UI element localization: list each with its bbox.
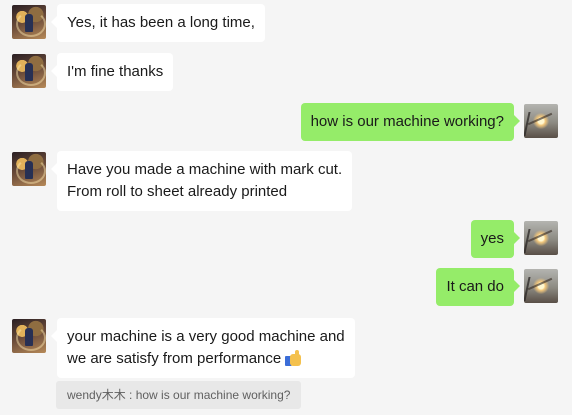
message-bubble-outgoing[interactable]: yes — [470, 220, 521, 258]
thumbs-up-icon — [285, 350, 303, 366]
message-bubble-outgoing[interactable]: It can do — [436, 268, 520, 306]
user-avatar[interactable] — [524, 221, 558, 255]
contact-avatar[interactable] — [12, 319, 46, 353]
contact-avatar[interactable] — [12, 54, 46, 88]
message-line: your machine is a very good machine and — [67, 328, 345, 345]
quoted-message[interactable]: wendy木木 : how is our machine working? — [56, 381, 302, 409]
message-line: From roll to sheet already printed — [67, 183, 288, 200]
user-avatar[interactable] — [524, 269, 558, 303]
message-bubble-incoming[interactable]: I'm fine thanks — [50, 53, 174, 91]
message-bubble-incoming[interactable]: Have you made a machine with mark cut. F… — [50, 151, 353, 211]
message-bubble-incoming[interactable]: your machine is a very good machine and … — [51, 318, 355, 378]
contact-avatar[interactable] — [12, 5, 46, 39]
message-text: yes — [480, 230, 504, 247]
quoted-message-text: wendy木木 : how is our machine working? — [67, 388, 291, 402]
message-text: how is our machine working? — [310, 113, 504, 130]
message-text: It can do — [446, 278, 504, 295]
message-line: Have you made a machine with mark cut. — [67, 161, 343, 178]
message-line: we are satisfy from performance — [67, 348, 345, 370]
message-text: I'm fine thanks — [67, 63, 164, 80]
user-avatar[interactable] — [524, 104, 558, 138]
message-bubble-outgoing[interactable]: how is our machine working? — [300, 103, 521, 141]
message-text: Yes, it has been a long time, — [67, 14, 255, 31]
contact-avatar[interactable] — [12, 152, 46, 186]
message-bubble-incoming[interactable]: Yes, it has been a long time, — [51, 4, 265, 42]
